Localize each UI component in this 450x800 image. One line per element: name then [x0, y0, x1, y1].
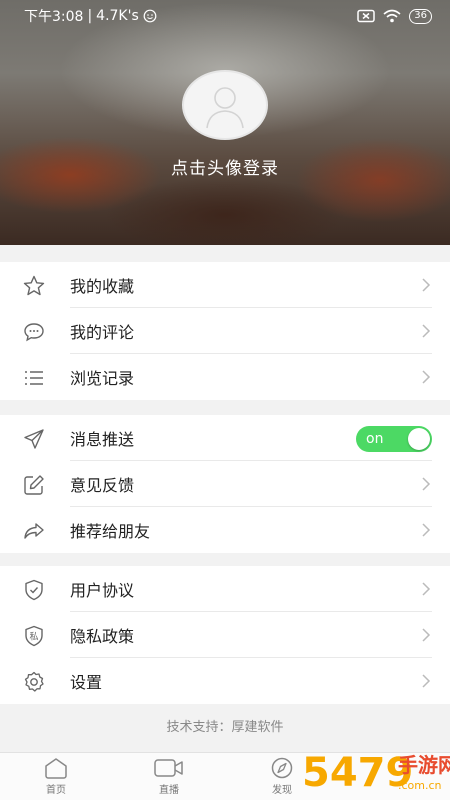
menu-group-personal: 我的收藏 我的评论 浏览记录: [0, 262, 450, 400]
menu-item-favorites[interactable]: 我的收藏: [0, 262, 450, 308]
menu-label: 意见反馈: [70, 476, 135, 495]
menu-item-comments[interactable]: 我的评论: [0, 308, 450, 354]
login-prompt[interactable]: 点击头像登录: [0, 154, 450, 179]
battery-indicator: 36: [409, 8, 432, 24]
menu-label: 我的收藏: [70, 277, 135, 296]
watermark-text: 手游网: [398, 753, 450, 777]
menu-item-user-agreement[interactable]: 用户协议: [0, 566, 450, 612]
toggle-knob: [408, 428, 430, 450]
comment-icon: [24, 323, 44, 342]
edit-icon: [24, 475, 44, 495]
gear-icon: [24, 671, 44, 692]
wifi-icon: [383, 9, 401, 23]
chevron-right-icon: [422, 628, 431, 642]
privacy-icon-text: 私: [29, 632, 38, 643]
list-icon: [25, 371, 43, 385]
status-separator: |: [87, 8, 93, 24]
chevron-right-icon: [422, 674, 431, 688]
menu-label: 浏览记录: [70, 369, 135, 388]
nav-label: 直播: [159, 785, 179, 796]
chevron-right-icon: [422, 278, 431, 292]
nav-tab-home[interactable]: 首页: [26, 757, 86, 799]
chevron-right-icon: [422, 477, 431, 491]
home-icon: [45, 758, 67, 779]
tech-support-text: 技术支持：厚建软件: [166, 720, 284, 735]
chevron-right-icon: [422, 523, 431, 537]
watermark-logo: 5479 手游网 .com.cn: [302, 750, 450, 796]
shield-icon: [25, 579, 43, 601]
nav-tab-live[interactable]: 直播: [139, 757, 199, 799]
smiley-icon: [143, 9, 157, 23]
menu-label: 用户协议: [70, 581, 135, 600]
menu-item-settings[interactable]: 设置: [0, 658, 450, 704]
send-icon: [24, 429, 44, 449]
watermark-number: 5479: [302, 750, 413, 796]
chevron-right-icon: [422, 582, 431, 596]
toggle-state-label: on: [366, 431, 384, 447]
compass-icon: [271, 757, 293, 779]
menu-group-social: 消息推送 on 意见反馈 推荐给朋友: [0, 415, 450, 553]
menu-item-feedback[interactable]: 意见反馈: [0, 461, 450, 507]
menu-label: 我的评论: [70, 323, 135, 342]
menu-group-about: 用户协议 私 隐私政策 设置: [0, 566, 450, 704]
profile-header: 下午3:08 | 4.7K's 36 点击头像登录: [0, 0, 450, 245]
watermark-domain: .com.cn: [398, 779, 442, 792]
menu-label: 消息推送: [70, 430, 135, 449]
chevron-right-icon: [422, 370, 431, 384]
avatar-button[interactable]: [182, 70, 268, 140]
share-icon: [24, 523, 44, 539]
user-avatar-icon: [206, 87, 244, 129]
status-speed: 4.7K's: [96, 8, 139, 24]
menu-label: 推荐给朋友: [70, 522, 151, 541]
push-toggle[interactable]: on: [356, 426, 432, 452]
sim-off-icon: [357, 9, 376, 23]
menu-label: 隐私政策: [70, 627, 135, 646]
privacy-icon: 私: [25, 625, 43, 647]
menu-item-history[interactable]: 浏览记录: [0, 354, 450, 400]
nav-label: 发现: [272, 785, 292, 796]
menu-item-share[interactable]: 推荐给朋友: [0, 507, 450, 553]
menu-item-push-notifications: 消息推送 on: [0, 415, 450, 461]
menu-label: 设置: [70, 673, 103, 692]
video-icon: [154, 759, 183, 777]
status-time: 下午3:08: [24, 9, 84, 25]
status-bar: 下午3:08 | 4.7K's 36: [0, 0, 450, 32]
nav-label: 首页: [46, 785, 66, 796]
chevron-right-icon: [422, 324, 431, 338]
menu-item-privacy-policy[interactable]: 私 隐私政策: [0, 612, 450, 658]
star-icon: [23, 275, 45, 296]
